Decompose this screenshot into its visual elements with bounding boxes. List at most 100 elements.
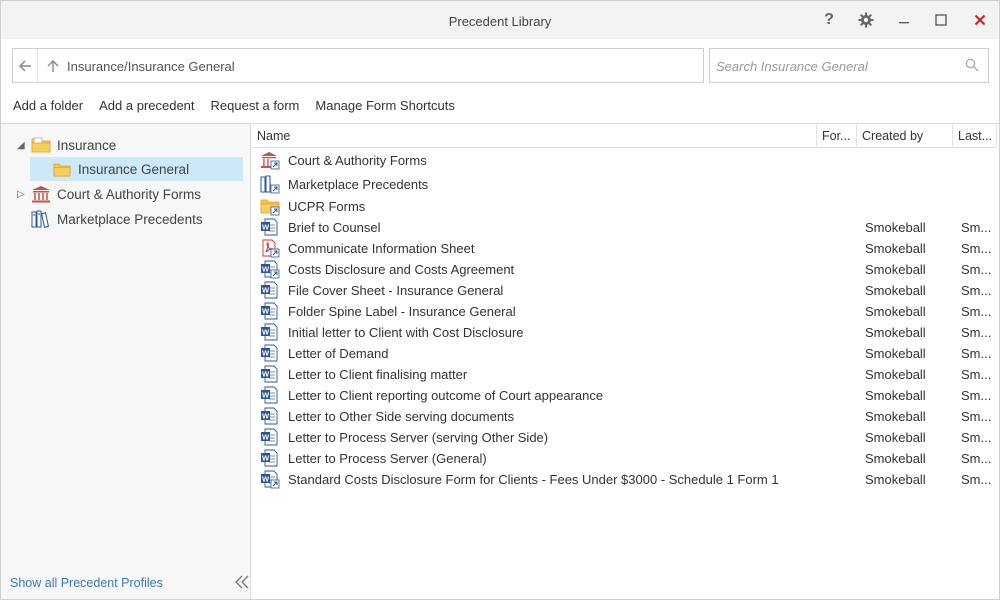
tree-item-label: Marketplace Precedents [57, 211, 203, 227]
up-arrow-icon [47, 59, 59, 72]
table-row[interactable]: W Letter to Process Server (General) Smoke… [252, 448, 999, 469]
up-button[interactable] [43, 49, 63, 82]
svg-text:W: W [262, 265, 270, 274]
row-last: Sm... [961, 325, 992, 340]
row-last: Sm... [961, 388, 992, 403]
row-last: Sm... [961, 409, 992, 424]
row-name: Letter to Client reporting outcome of Co… [288, 388, 604, 403]
word-doc-icon: W [260, 407, 280, 426]
word-doc-icon: W [260, 302, 280, 321]
word-doc-icon: W [260, 344, 280, 363]
back-button[interactable] [13, 49, 38, 82]
word-doc-icon: W [260, 218, 280, 237]
column-header-form[interactable]: For... [817, 124, 857, 148]
word-doc-icon: W [260, 386, 280, 405]
row-name: File Cover Sheet - Insurance General [288, 283, 504, 298]
precedent-list-pane: Name For... Created by Last... Court & A… [252, 123, 999, 599]
tree-item-label: Insurance [57, 137, 117, 153]
table-row[interactable]: W Letter to Client reporting outcome of C… [252, 385, 999, 406]
table-row[interactable]: W Letter to Process Server (serving Other… [252, 427, 999, 448]
svg-text:W: W [262, 454, 270, 463]
row-name: Brief to Counsel [288, 220, 381, 235]
expanded-arrow-icon[interactable]: ◢ [17, 140, 31, 151]
tree-item-marketplace-precedents[interactable]: Marketplace Precedents [17, 207, 243, 231]
breadcrumb-path[interactable]: Insurance/Insurance General [67, 59, 235, 74]
pdf-shortcut-icon [260, 239, 280, 258]
tree-item-court-authority-forms[interactable]: ▷ Court & Authority Forms [17, 182, 243, 206]
maximize-button[interactable] [928, 7, 954, 33]
row-name: Letter of Demand [288, 346, 389, 361]
table-row[interactable]: W Letter to Other Side serving documents S… [252, 406, 999, 427]
row-name: Communicate Information Sheet [288, 241, 475, 256]
row-name: Initial letter to Client with Cost Discl… [288, 325, 524, 340]
table-row[interactable]: W File Cover Sheet - Insurance General Smo… [252, 280, 999, 301]
table-row[interactable]: Marketplace Precedents [252, 174, 999, 195]
word-shortcut-icon: W [260, 470, 280, 489]
add-folder-button[interactable]: Add a folder [13, 98, 83, 116]
maximize-icon [935, 14, 947, 26]
folder-tree-pane: ◢ Insurance Insurance General ▷ Court & … [1, 123, 251, 599]
table-row[interactable]: W Costs Disclosure and Costs Agreement Smo… [252, 259, 999, 280]
table-row[interactable]: Court & Authority Forms [252, 150, 999, 171]
row-last: Sm... [961, 304, 992, 319]
collapse-pane-button[interactable] [234, 575, 250, 592]
row-created-by: Smokeball [865, 220, 926, 235]
table-row[interactable]: Communicate Information Sheet Smokeball Sm… [252, 238, 999, 259]
row-created-by: Smokeball [865, 262, 926, 277]
manage-form-shortcuts-button[interactable]: Manage Form Shortcuts [315, 98, 454, 116]
window-title: Precedent Library [448, 14, 552, 29]
table-row[interactable]: W Letter of Demand Smokeball Sm... [252, 343, 999, 364]
collapsed-arrow-icon[interactable]: ▷ [17, 189, 31, 200]
close-button[interactable] [967, 7, 993, 33]
svg-text:W: W [262, 370, 270, 379]
toolbar: Add a folder Add a precedent Request a f… [13, 98, 471, 116]
minimize-button[interactable] [891, 7, 917, 33]
row-last: Sm... [961, 472, 992, 487]
courthouse-icon [31, 185, 51, 203]
svg-text:W: W [262, 412, 270, 421]
search-icon[interactable] [965, 58, 979, 75]
row-created-by: Smokeball [865, 430, 926, 445]
row-created-by: Smokeball [865, 451, 926, 466]
svg-text:W: W [262, 223, 270, 232]
row-name: Court & Authority Forms [288, 153, 427, 168]
table-row[interactable]: UCPR Forms [252, 196, 999, 217]
search-input[interactable] [716, 57, 956, 75]
request-form-button[interactable]: Request a form [211, 98, 300, 116]
row-created-by: Smokeball [865, 409, 926, 424]
row-name: UCPR Forms [288, 199, 366, 214]
row-name: Letter to Client finalising matter [288, 367, 468, 382]
svg-text:W: W [262, 307, 270, 316]
svg-text:W: W [262, 328, 270, 337]
row-created-by: Smokeball [865, 388, 926, 403]
table-row[interactable]: W Folder Spine Label - Insurance General S… [252, 301, 999, 322]
table-row[interactable]: W Letter to Client finalising matter Smoke… [252, 364, 999, 385]
column-header-created-by[interactable]: Created by [857, 124, 953, 148]
settings-button[interactable] [853, 7, 879, 33]
svg-text:W: W [262, 349, 270, 358]
row-name: Marketplace Precedents [288, 177, 429, 192]
table-row[interactable]: W Standard Costs Disclosure Form for Clie… [252, 469, 999, 490]
row-last: Sm... [961, 283, 992, 298]
search-box [709, 48, 989, 83]
row-name: Standard Costs Disclosure Form for Clien… [288, 472, 779, 487]
column-header-last[interactable]: Last... [953, 124, 997, 148]
row-last: Sm... [961, 262, 992, 277]
column-header-name[interactable]: Name [252, 124, 817, 148]
table-row[interactable]: W Initial letter to Client with Cost Disc… [252, 322, 999, 343]
word-shortcut-icon: W [260, 260, 280, 279]
folder-shortcut-icon [260, 197, 280, 216]
tree-item-insurance-general[interactable]: Insurance General [30, 157, 243, 181]
row-created-by: Smokeball [865, 325, 926, 340]
row-name: Folder Spine Label - Insurance General [288, 304, 516, 319]
show-all-precedent-profiles-link[interactable]: Show all Precedent Profiles [10, 576, 163, 590]
books-shortcut-icon [260, 175, 280, 194]
help-button[interactable]: ? [816, 7, 842, 33]
table-row[interactable]: W Brief to Counsel Smokeball Sm... [252, 217, 999, 238]
row-name: Letter to Process Server (serving Other … [288, 430, 549, 445]
tree-item-insurance[interactable]: ◢ Insurance [17, 133, 243, 157]
tree-item-label: Insurance General [78, 161, 190, 177]
row-name: Costs Disclosure and Costs Agreement [288, 262, 515, 277]
add-precedent-button[interactable]: Add a precedent [99, 98, 194, 116]
back-arrow-icon [19, 60, 31, 71]
